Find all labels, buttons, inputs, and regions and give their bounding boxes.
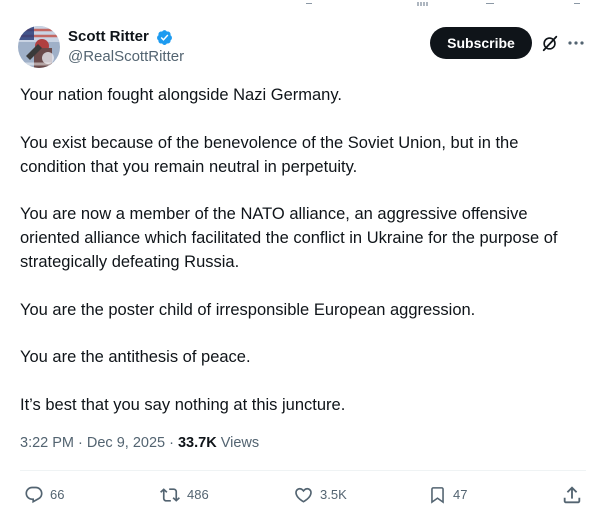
avatar[interactable] xyxy=(18,26,60,68)
reply-icon xyxy=(25,486,43,504)
more-horizontal-icon[interactable] xyxy=(567,34,585,52)
author-handle[interactable]: @RealScottRitter xyxy=(68,47,184,67)
tweet-time[interactable]: 3:22 PM xyxy=(20,435,74,451)
tweet-text: Your nation fought alongside Nazi German… xyxy=(20,83,585,440)
divider xyxy=(20,470,586,471)
tweet-paragraph: You exist because of the benevolence of … xyxy=(20,133,519,176)
tweet-paragraph: It’s best that you say nothing at this j… xyxy=(20,395,346,414)
tweet-paragraph: You are the antithesis of peace. xyxy=(20,348,251,366)
reply-count: 66 xyxy=(50,487,65,502)
like-count: 3.5K xyxy=(320,487,347,502)
like-button[interactable]: 3.5K xyxy=(293,484,347,506)
subscribe-button[interactable]: Subscribe xyxy=(430,27,532,59)
share-icon[interactable] xyxy=(561,484,583,506)
tweet-paragraph: You are now a member of the NATO allianc… xyxy=(20,205,558,271)
bookmark-icon xyxy=(431,487,444,504)
heart-icon xyxy=(295,487,312,503)
reply-button[interactable]: 66 xyxy=(24,484,64,506)
tweet-paragraph: You are the poster child of irresponsibl… xyxy=(20,300,476,319)
verified-badge-icon[interactable] xyxy=(156,29,173,46)
grok-icon[interactable] xyxy=(541,34,559,52)
meta-separator: · xyxy=(74,435,87,451)
tweet-meta: 3:22 PM · Dec 9, 2025 · 33.7K Views xyxy=(20,433,259,453)
repost-count: 486 xyxy=(187,487,209,502)
views-count: 33.7K xyxy=(177,435,217,451)
author-display-name[interactable]: Scott Ritter xyxy=(68,28,149,46)
tweet-paragraph: Your nation fought alongside Nazi German… xyxy=(20,86,342,104)
author-info: Scott Ritter @RealScottRitter xyxy=(68,28,184,67)
repost-button[interactable]: 486 xyxy=(159,484,209,506)
views-label: Views xyxy=(216,435,260,451)
meta-separator: · xyxy=(165,435,178,451)
previous-post-fragment xyxy=(0,0,593,6)
bookmark-button[interactable]: 47 xyxy=(428,484,467,506)
bookmark-count: 47 xyxy=(453,487,468,502)
repost-icon xyxy=(160,488,180,502)
avatar-image xyxy=(18,26,60,68)
tweet-date[interactable]: Dec 9, 2025 xyxy=(87,435,165,451)
